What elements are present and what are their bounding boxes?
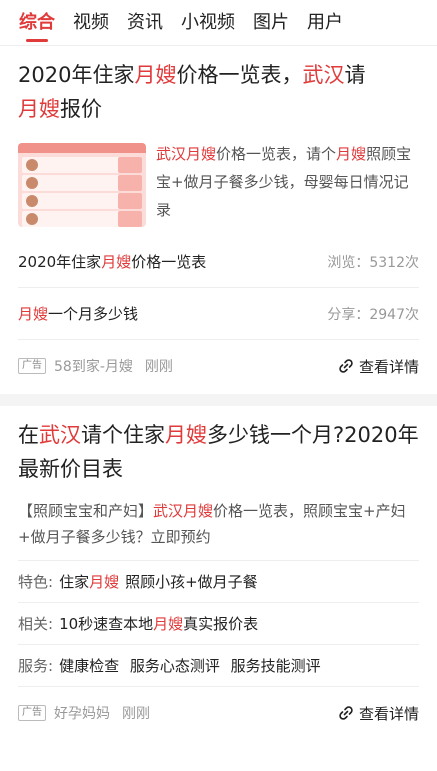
title-keyword: 武汉	[39, 423, 81, 447]
link-icon	[339, 359, 353, 373]
card1-media[interactable]: 武汉月嫂价格一览表，请个月嫂照顾宝宝+做月子餐多少钱，母婴每日情况记录	[18, 140, 419, 230]
title-text: 请个住家	[81, 423, 165, 447]
feature-value: 住家月嫂 照顾小孩+做月子餐	[59, 571, 264, 592]
avatar	[26, 177, 38, 189]
service-values: 健康检查 服务心态测评 服务技能测评	[59, 655, 327, 676]
feature-key: 特色:	[18, 573, 54, 591]
related-keyword: 月嫂	[153, 615, 184, 633]
thumbnail-badge	[118, 157, 142, 173]
tab-short-video[interactable]: 小视频	[181, 0, 235, 46]
view-details-button[interactable]: 查看详情	[338, 356, 419, 377]
service-link-health-check[interactable]: 健康检查	[59, 657, 119, 675]
tab-news[interactable]: 资讯	[127, 0, 163, 46]
desc-keyword: 武汉	[153, 502, 184, 520]
thumbnail-header-bar	[18, 143, 146, 153]
ad-source: 好孕妈妈	[54, 706, 110, 722]
ad-card-2[interactable]: 在武汉请个住家月嫂多少钱一个月?2020年最新价目表 【照顾宝宝和产妇】武汉月嫂…	[0, 406, 437, 771]
related-value: 10秒速查本地月嫂真实报价表	[59, 613, 264, 634]
stat-row-price-list[interactable]: 2020年住家月嫂价格一览表 浏览：5312次	[18, 236, 419, 288]
card2-title[interactable]: 在武汉请个住家月嫂多少钱一个月?2020年最新价目表	[18, 406, 419, 486]
tab-users[interactable]: 用户	[307, 0, 343, 46]
desc-text: 【照顾宝宝和产妇】	[18, 502, 154, 520]
card1-title[interactable]: 2020年住家月嫂价格一览表，武汉请 月嫂报价	[18, 46, 419, 126]
view-count: 浏览：5312次	[327, 254, 419, 271]
ad-badge: 广告	[18, 705, 46, 721]
title-text: 价格一览表，	[176, 63, 303, 87]
ad-footer: 广告 好孕妈妈 刚刚 查看详情	[18, 687, 419, 739]
feature-text: 住家	[59, 573, 90, 591]
related-key: 相关:	[18, 615, 54, 633]
title-keyword: 月嫂	[134, 63, 177, 87]
stat-keyword: 月嫂	[101, 253, 132, 271]
desc-keyword: 月嫂	[186, 145, 217, 163]
stat-text: 价格一览表	[131, 253, 207, 271]
stat-text: 2020年住家	[18, 253, 102, 271]
desc-keyword: 武汉	[156, 145, 187, 163]
service-row: 服务: 健康检查 服务心态测评 服务技能测评	[18, 645, 419, 687]
service-link-skill-eval[interactable]: 服务技能测评	[231, 657, 321, 675]
stat-text: 一个月多少钱	[48, 305, 139, 323]
link-icon	[339, 706, 353, 720]
title-keyword: 月嫂	[165, 423, 207, 447]
ad-time: 刚刚	[144, 359, 173, 375]
stat-keyword: 月嫂	[18, 305, 49, 323]
feature-text: 照顾小孩+做月子餐	[125, 573, 258, 591]
desc-keyword: 月嫂	[183, 502, 214, 520]
view-details-label: 查看详情	[358, 357, 419, 376]
thumbnail-badge	[118, 193, 142, 209]
tab-video[interactable]: 视频	[73, 0, 109, 46]
tab-images[interactable]: 图片	[253, 0, 289, 46]
related-text: 10秒速查本地	[59, 615, 154, 633]
ad-footer: 广告 58到家-月嫂 刚刚 查看详情	[18, 340, 419, 392]
card2-description: 【照顾宝宝和产妇】武汉月嫂价格一览表，照顾宝宝+产妇+做月子餐多少钱？立即预约	[18, 498, 419, 561]
title-text: 请	[344, 63, 366, 87]
service-key: 服务:	[18, 657, 54, 675]
related-text: 真实报价表	[183, 615, 259, 633]
tab-comprehensive[interactable]: 综合	[19, 0, 55, 46]
top-tab-bar: 综合 视频 资讯 小视频 图片 用户	[0, 0, 437, 46]
share-count: 分享：2947次	[327, 306, 419, 323]
title-text: 在	[18, 423, 39, 447]
desc-keyword: 月嫂	[336, 145, 367, 163]
related-row[interactable]: 相关: 10秒速查本地月嫂真实报价表	[18, 603, 419, 645]
service-link-attitude-eval[interactable]: 服务心态测评	[130, 657, 220, 675]
thumbnail-badge	[118, 175, 142, 191]
ad-card-1[interactable]: 2020年住家月嫂价格一览表，武汉请 月嫂报价 武汉月嫂价格一览表，请个月嫂照顾宝…	[0, 46, 437, 394]
title-keyword: 武汉	[302, 63, 345, 87]
ad-time: 刚刚	[122, 706, 150, 722]
stat-label: 2020年住家月嫂价格一览表	[18, 251, 206, 272]
view-details-label: 查看详情	[358, 704, 419, 723]
price-table-thumbnail[interactable]	[18, 143, 146, 227]
stat-row-monthly-cost[interactable]: 月嫂一个月多少钱 分享：2947次	[18, 288, 419, 340]
thumbnail-badge	[118, 211, 142, 227]
feature-row[interactable]: 特色: 住家月嫂 照顾小孩+做月子餐	[18, 561, 419, 603]
avatar	[26, 213, 38, 225]
avatar	[26, 159, 38, 171]
card1-description: 武汉月嫂价格一览表，请个月嫂照顾宝宝+做月子餐多少钱，母婴每日情况记录	[156, 140, 419, 230]
avatar	[26, 195, 38, 207]
view-details-button[interactable]: 查看详情	[338, 703, 419, 724]
ad-source: 58到家-月嫂	[54, 359, 133, 375]
desc-text: 价格一览表，请个	[216, 145, 337, 163]
feature-keyword: 月嫂	[89, 573, 120, 591]
title-text: 2020年住家	[18, 63, 135, 87]
title-text: 报价	[60, 97, 102, 121]
ad-badge: 广告	[18, 358, 46, 374]
stat-label: 月嫂一个月多少钱	[18, 303, 138, 324]
title-keyword: 月嫂	[18, 97, 60, 121]
